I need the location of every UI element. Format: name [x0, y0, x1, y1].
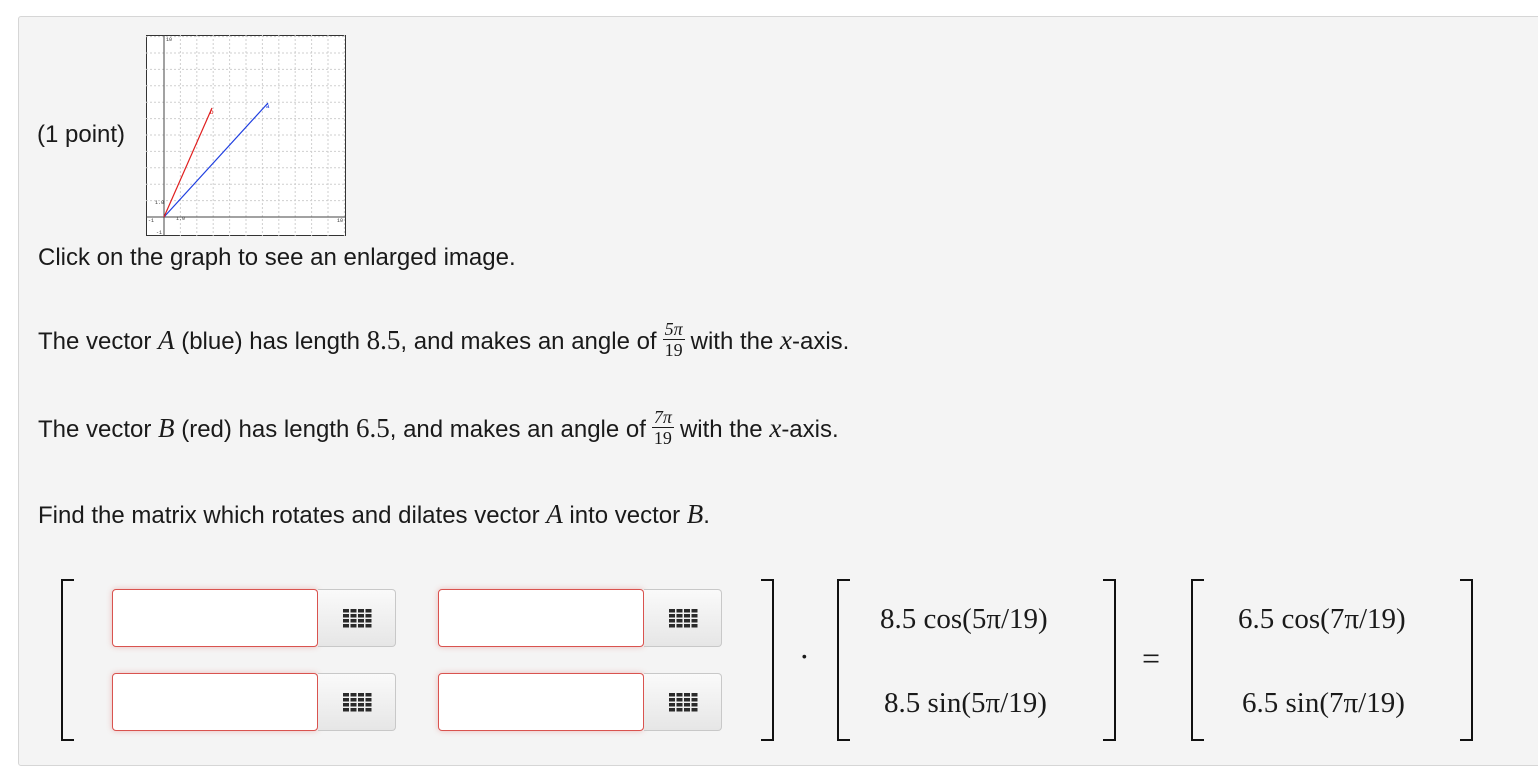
vector-a-entry-sin: 8.5 sin(5π/19)	[884, 687, 1047, 719]
angle-b-fraction: 7π 19	[651, 407, 674, 448]
tick-x-left: -1	[148, 218, 154, 224]
equation-editor-button-r2c2[interactable]	[644, 673, 722, 731]
grid-icon	[668, 693, 697, 712]
grid-icon	[668, 609, 697, 628]
tick-x-unit: 1.0	[176, 216, 185, 222]
vector-graph-thumbnail[interactable]: a b 10 10 -1 -1 1.0 1.0	[146, 35, 346, 236]
vector-a-right-bracket	[1103, 579, 1116, 741]
matrix-entry-r2c2-input[interactable]	[438, 673, 644, 731]
vector-b-description: The vector B (red) has length 6.5, and m…	[38, 407, 839, 448]
dot-operator: ·	[799, 638, 810, 674]
tick-y-unit: 1.0	[155, 200, 164, 206]
tick-y-top: 10	[166, 37, 172, 43]
matrix-entry-r2c1-input[interactable]	[112, 673, 318, 731]
vector-b-entry-cos: 6.5 cos(7π/19)	[1238, 603, 1406, 635]
vector-b-right-bracket	[1460, 579, 1473, 741]
angle-a-fraction: 5π 19	[662, 319, 685, 360]
matrix-entry-r1c2-input[interactable]	[438, 589, 644, 647]
matrix-entry-r1c1-input[interactable]	[112, 589, 318, 647]
vector-b-left-bracket	[1191, 579, 1204, 741]
points-label: (1 point)	[37, 121, 126, 148]
equation-editor-button-r1c2[interactable]	[644, 589, 722, 647]
grid-icon	[342, 609, 371, 628]
tick-y-bottom: -1	[156, 230, 162, 236]
question-text: Find the matrix which rotates and dilate…	[38, 499, 710, 529]
grid-icon	[342, 693, 371, 712]
matrix-left-bracket	[61, 579, 74, 741]
equation-editor-button-r2c1[interactable]	[318, 673, 396, 731]
equation-editor-button-r1c1[interactable]	[318, 589, 396, 647]
click-hint: Click on the graph to see an enlarged im…	[38, 244, 516, 271]
equals-operator: =	[1142, 640, 1161, 676]
tick-x-right: 10	[337, 218, 343, 224]
vector-a-entry-cos: 8.5 cos(5π/19)	[880, 603, 1048, 635]
matrix-right-bracket	[761, 579, 774, 741]
vector-b-entry-sin: 6.5 sin(7π/19)	[1242, 687, 1405, 719]
vector-a-description: The vector A (blue) has length 8.5, and …	[38, 319, 850, 360]
vector-a-left-bracket	[837, 579, 850, 741]
